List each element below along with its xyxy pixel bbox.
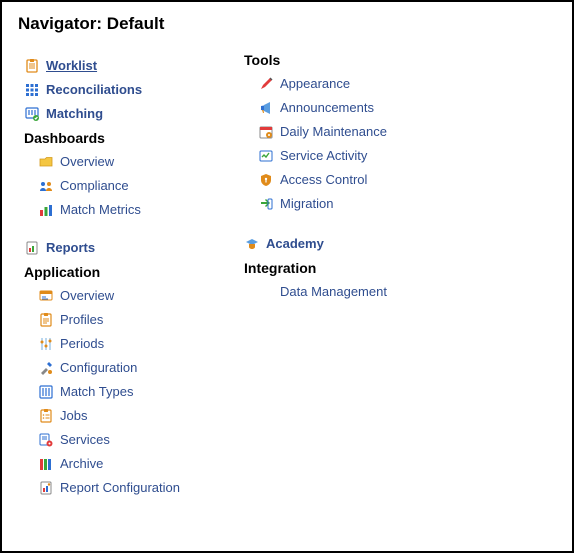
nav-item-appearance[interactable]: Appearance — [258, 74, 424, 94]
configuration-link[interactable]: Configuration — [60, 358, 137, 378]
nav-item-reports[interactable]: Reports — [24, 238, 204, 258]
compliance-link[interactable]: Compliance — [60, 176, 129, 196]
nav-item-periods[interactable]: Periods — [38, 334, 204, 354]
nav-item-dash-overview[interactable]: Overview — [38, 152, 204, 172]
nav-item-archive[interactable]: Archive — [38, 454, 204, 474]
archive-icon — [38, 456, 54, 472]
profiles-link[interactable]: Profiles — [60, 310, 103, 330]
report-config-icon — [38, 480, 54, 496]
matching-icon — [24, 106, 40, 122]
reports-link[interactable]: Reports — [46, 238, 95, 258]
nav-item-announcements[interactable]: Announcements — [258, 98, 424, 118]
worklist-link[interactable]: Worklist — [46, 56, 97, 76]
nav-item-service-activity[interactable]: Service Activity — [258, 146, 424, 166]
tools-header: Tools — [244, 52, 424, 68]
bar-chart-icon — [38, 202, 54, 218]
academy-icon — [244, 236, 260, 252]
nav-item-data-management[interactable]: Data Management — [258, 282, 424, 302]
nav-item-jobs[interactable]: Jobs — [38, 406, 204, 426]
data-management-link[interactable]: Data Management — [280, 282, 387, 302]
nav-item-matching[interactable]: Matching — [24, 104, 204, 124]
nav-item-match-types[interactable]: Match Types — [38, 382, 204, 402]
blank-icon — [258, 284, 274, 300]
overview-icon — [38, 288, 54, 304]
nav-item-academy[interactable]: Academy — [244, 234, 424, 254]
matching-link[interactable]: Matching — [46, 104, 103, 124]
nav-item-report-config[interactable]: Report Configuration — [38, 478, 204, 498]
services-link[interactable]: Services — [60, 430, 110, 450]
left-column: Worklist Reconciliations Matching Dashbo… — [24, 52, 204, 502]
clipboard-icon — [38, 312, 54, 328]
match-types-icon — [38, 384, 54, 400]
reconciliations-link[interactable]: Reconciliations — [46, 80, 142, 100]
right-column: Tools Appearance Announcements Daily Mai… — [244, 52, 424, 502]
periods-link[interactable]: Periods — [60, 334, 104, 354]
integration-header: Integration — [244, 260, 424, 276]
shield-icon — [258, 172, 274, 188]
activity-icon — [258, 148, 274, 164]
nav-item-daily-maintenance[interactable]: Daily Maintenance — [258, 122, 424, 142]
dash-overview-link[interactable]: Overview — [60, 152, 114, 172]
folder-icon — [38, 154, 54, 170]
megaphone-icon — [258, 100, 274, 116]
jobs-link[interactable]: Jobs — [60, 406, 87, 426]
clipboard-icon — [24, 58, 40, 74]
gear-doc-icon — [38, 432, 54, 448]
columns: Worklist Reconciliations Matching Dashbo… — [18, 52, 556, 502]
clipboard-list-icon — [38, 408, 54, 424]
grid-icon — [24, 82, 40, 98]
announcements-link[interactable]: Announcements — [280, 98, 374, 118]
tools-icon — [38, 360, 54, 376]
match-types-link[interactable]: Match Types — [60, 382, 133, 402]
calendar-gear-icon — [258, 124, 274, 140]
app-overview-link[interactable]: Overview — [60, 286, 114, 306]
nav-item-access-control[interactable]: Access Control — [258, 170, 424, 190]
nav-item-worklist[interactable]: Worklist — [24, 56, 204, 76]
nav-item-app-overview[interactable]: Overview — [38, 286, 204, 306]
access-control-link[interactable]: Access Control — [280, 170, 367, 190]
nav-item-reconciliations[interactable]: Reconciliations — [24, 80, 204, 100]
migration-link[interactable]: Migration — [280, 194, 333, 214]
nav-item-match-metrics[interactable]: Match Metrics — [38, 200, 204, 220]
match-metrics-link[interactable]: Match Metrics — [60, 200, 141, 220]
archive-link[interactable]: Archive — [60, 454, 103, 474]
academy-link[interactable]: Academy — [266, 234, 324, 254]
navigator-panel: Navigator: Default Worklist Reconciliati… — [0, 0, 574, 553]
people-icon — [38, 178, 54, 194]
dashboards-header: Dashboards — [24, 130, 204, 146]
report-config-link[interactable]: Report Configuration — [60, 478, 180, 498]
nav-item-migration[interactable]: Migration — [258, 194, 424, 214]
migration-icon — [258, 196, 274, 212]
reports-icon — [24, 240, 40, 256]
brush-icon — [258, 76, 274, 92]
nav-item-profiles[interactable]: Profiles — [38, 310, 204, 330]
application-header: Application — [24, 264, 204, 280]
sliders-icon — [38, 336, 54, 352]
page-title: Navigator: Default — [18, 14, 556, 34]
appearance-link[interactable]: Appearance — [280, 74, 350, 94]
service-activity-link[interactable]: Service Activity — [280, 146, 367, 166]
nav-item-compliance[interactable]: Compliance — [38, 176, 204, 196]
nav-item-configuration[interactable]: Configuration — [38, 358, 204, 378]
nav-item-services[interactable]: Services — [38, 430, 204, 450]
daily-maintenance-link[interactable]: Daily Maintenance — [280, 122, 387, 142]
